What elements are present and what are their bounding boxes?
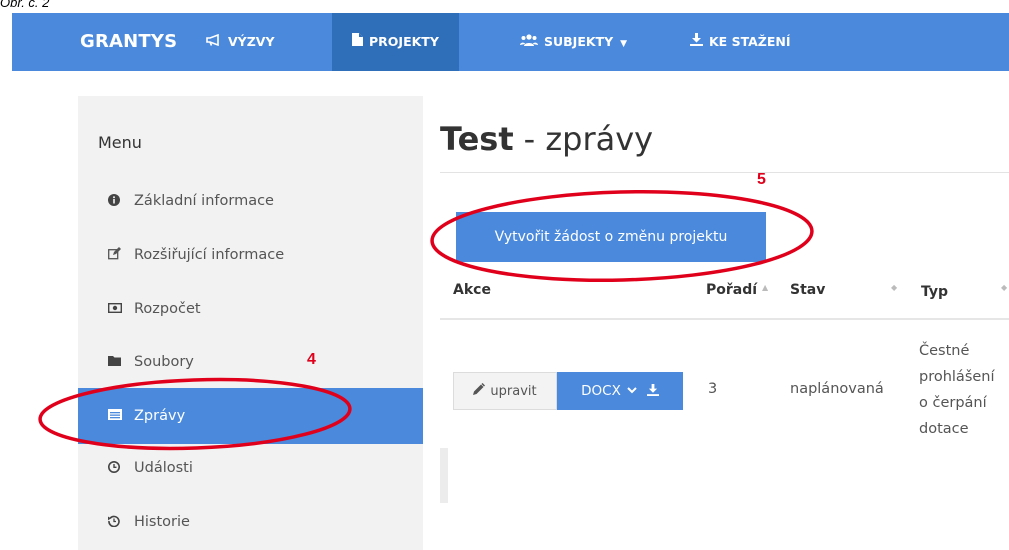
sort-icon: ▲ [762, 283, 769, 292]
cell-stav: naplánovaná [790, 381, 884, 397]
cell-typ-line: o čerpání [919, 395, 987, 411]
sort-icon: ◆ [1001, 283, 1008, 292]
nav-label: KE STAŽENÍ [709, 34, 791, 49]
sidebar-item-zpravy[interactable]: Zprávy [78, 388, 423, 444]
chevron-down-icon: ▼ [620, 39, 628, 49]
column-header-stav[interactable]: Stav [790, 282, 825, 298]
sidebar-item-label: Soubory [134, 354, 194, 370]
sidebar-item-rozpocet[interactable]: Rozpočet [78, 281, 423, 337]
edit-button[interactable]: upravit [453, 372, 557, 410]
sidebar-item-udalosti[interactable]: Události [78, 440, 423, 496]
annotation-number-5: 5 [757, 171, 766, 188]
edit-icon [108, 247, 134, 263]
top-navbar: GRANTYS VÝZVY PROJEKTY SUBJEKTY ▼ KE STAŽ… [12, 13, 1009, 71]
brand-logo[interactable]: GRANTYS [80, 13, 177, 71]
pencil-icon [473, 382, 486, 399]
chevron-down-icon [627, 386, 637, 397]
page-subtitle: - zprávy [523, 120, 654, 158]
download-icon [646, 383, 659, 399]
users-icon [520, 14, 538, 72]
megaphone-icon [206, 14, 222, 72]
project-name: Test [440, 120, 514, 158]
document-icon [352, 14, 363, 72]
nav-label: VÝZVY [228, 34, 275, 49]
info-circle-icon [108, 193, 134, 209]
nav-item-subjekty[interactable]: SUBJEKTY ▼ [520, 13, 627, 71]
folder-icon [108, 355, 134, 369]
figure-caption: Obr. č. 2 [0, 0, 50, 10]
scroll-stripe [440, 448, 448, 503]
download-icon [690, 14, 703, 72]
clock-icon [108, 460, 134, 476]
cell-typ-line: prohlášení [919, 369, 995, 385]
nav-label: SUBJEKTY [544, 34, 614, 49]
cell-typ: Čestné prohlášení o čerpání dotace [919, 338, 1009, 442]
page-title: Test - zprávy [440, 120, 653, 158]
sidebar-title: Menu [98, 133, 142, 152]
sidebar-item-soubory[interactable]: Soubory [78, 334, 423, 390]
history-icon [108, 515, 134, 530]
docx-label: DOCX [581, 383, 621, 399]
sidebar-item-label: Rozšiřující informace [134, 247, 285, 263]
edit-label: upravit [490, 383, 537, 399]
nav-label: PROJEKTY [369, 34, 439, 49]
create-change-request-button[interactable]: Vytvořit žádost o změnu projektu [456, 212, 766, 262]
sort-icon: ◆ [891, 283, 898, 292]
list-alt-icon [108, 409, 134, 423]
sidebar-item-label: Události [134, 460, 193, 476]
nav-item-ke-stazeni[interactable]: KE STAŽENÍ [690, 13, 791, 71]
cell-typ-line: Čestné [919, 343, 970, 359]
cell-poradi: 3 [708, 381, 718, 397]
column-header-poradi[interactable]: Pořadí [706, 282, 757, 298]
nav-item-projekty[interactable]: PROJEKTY [332, 13, 459, 71]
nav-item-vyzvy[interactable]: VÝZVY [206, 13, 275, 71]
title-divider [440, 172, 1009, 173]
sidebar-item-historie[interactable]: Historie [78, 494, 423, 550]
sidebar-item-zakladni-informace[interactable]: Základní informace [78, 173, 423, 229]
sidebar-item-label: Základní informace [134, 193, 274, 209]
cell-typ-line: dotace [919, 421, 969, 437]
column-header-typ[interactable]: Typ [921, 284, 948, 300]
sidebar-item-label: Rozpočet [134, 301, 201, 317]
sidebar-item-rozsirujici-informace[interactable]: Rozšiřující informace [78, 227, 423, 283]
annotation-number-4: 4 [307, 351, 316, 368]
column-header-akce[interactable]: Akce [453, 282, 491, 298]
docx-download-button[interactable]: DOCX [557, 372, 683, 410]
sidebar-item-label: Zprávy [134, 408, 186, 424]
money-icon [107, 302, 134, 316]
sidebar-item-label: Historie [134, 514, 190, 530]
